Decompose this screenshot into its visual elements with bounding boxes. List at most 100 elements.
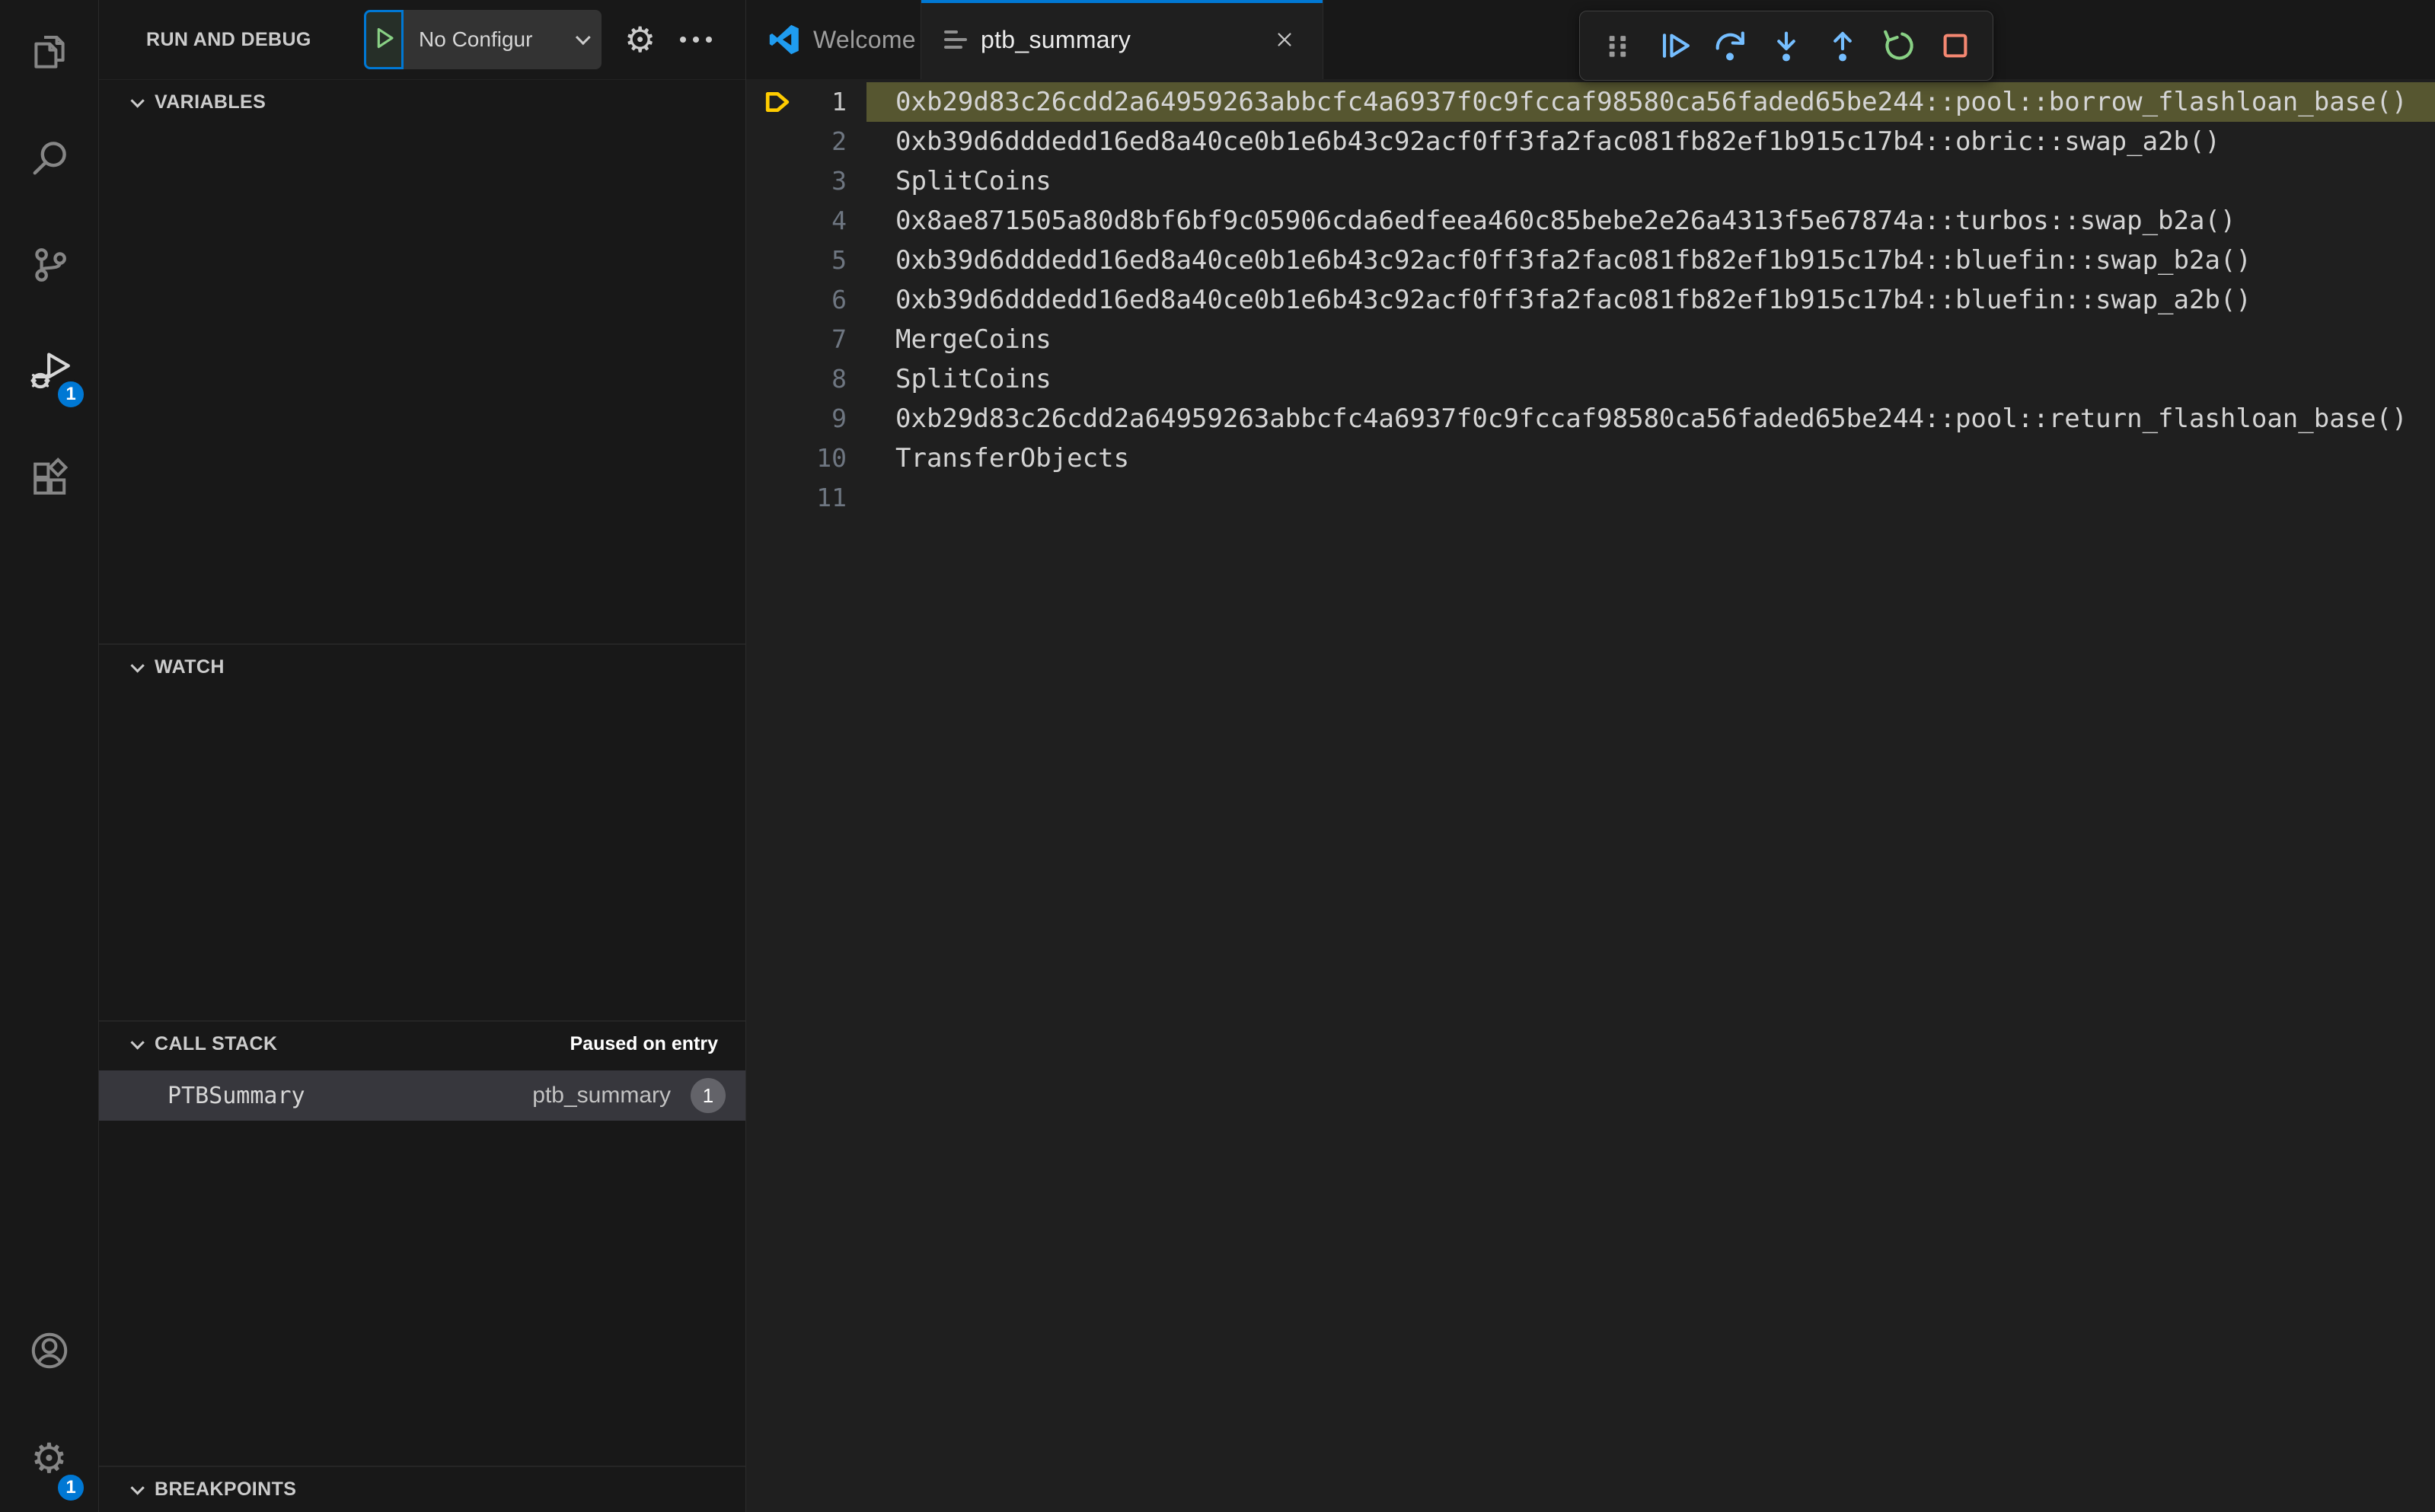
line-text[interactable]: 0xb29d83c26cdd2a64959263abbcfc4a6937f0c9… — [866, 399, 2435, 439]
line-number: 6 — [831, 285, 847, 314]
code-line: 1 0xb29d83c26cdd2a64959263abbcfc4a6937f0… — [746, 82, 2435, 122]
tab-welcome[interactable]: Welcome — [746, 0, 921, 79]
tab-ptb-summary-label: ptb_summary — [981, 25, 1131, 53]
code-editor: 1 0xb29d83c26cdd2a64959263abbcfc4a6937f0… — [746, 79, 2435, 1512]
account-icon — [28, 1329, 71, 1376]
chevron-down-icon — [130, 1035, 145, 1050]
step-over-icon — [1715, 31, 1745, 61]
stop-icon — [1943, 33, 1967, 58]
play-icon — [371, 25, 397, 55]
close-icon — [1278, 33, 1291, 46]
line-number: 10 — [816, 443, 847, 473]
watch-section-header[interactable]: WATCH — [99, 645, 745, 689]
sidebar-title: RUN AND DEBUG — [146, 28, 311, 50]
activity-bar: 1 ⚙ 1 — [0, 0, 99, 1512]
watch-section-label: WATCH — [155, 656, 225, 678]
close-tab-button[interactable] — [1269, 24, 1300, 55]
line-text[interactable]: 0xb39d6dddedd16ed8a40ce0b1e6b43c92acf0ff… — [866, 280, 2435, 320]
line-number: 1 — [831, 87, 847, 116]
line-text[interactable]: TransferObjects — [866, 439, 2435, 478]
sidebar-pane-header: RUN AND DEBUG No Configur ⚙ — [99, 0, 745, 79]
editor-group: Welcome ptb_summary 1 0xb29d83c26cdd2a64… — [746, 0, 2435, 1512]
activity-source-control-button[interactable] — [0, 213, 98, 320]
restart-icon — [1884, 30, 1913, 60]
breakpoints-section-header[interactable]: BREAKPOINTS — [99, 1467, 745, 1511]
debug-settings-gear-button[interactable]: ⚙ — [624, 22, 656, 57]
extensions-icon — [28, 457, 71, 503]
vscode-window: 1 ⚙ 1 RUN AND DEBUG No Configur ⚙ VARIAB… — [0, 0, 2435, 1512]
activity-search-button[interactable] — [0, 107, 98, 213]
start-debugging-button[interactable] — [364, 10, 404, 69]
frame-source-name: ptb_summary — [532, 1083, 671, 1108]
code-line: 8 SplitCoins — [746, 359, 2435, 399]
call-stack-section: CALL STACK Paused on entry PTBSummary pt… — [99, 1020, 745, 1466]
step-out-button[interactable] — [1817, 17, 1868, 75]
breakpoints-section-label: BREAKPOINTS — [155, 1478, 297, 1500]
debug-configuration-dropdown[interactable]: No Configur — [404, 10, 602, 69]
chevron-down-icon — [130, 93, 145, 108]
line-number: 5 — [831, 245, 847, 275]
activity-explorer-button[interactable] — [0, 0, 98, 107]
views-more-actions-button[interactable] — [677, 29, 715, 50]
paused-status-text: Paused on entry — [570, 1032, 719, 1054]
code-line: 3 SplitCoins — [746, 161, 2435, 201]
source-control-icon — [28, 244, 71, 290]
line-number: 9 — [831, 404, 847, 433]
variables-section-header[interactable]: VARIABLES — [99, 80, 745, 124]
restart-button[interactable] — [1874, 17, 1924, 75]
code-line: 7 MergeCoins — [746, 320, 2435, 359]
vscode-logo-icon — [769, 24, 799, 55]
activity-settings-button[interactable]: ⚙ 1 — [0, 1405, 98, 1512]
drag-grip-icon — [1609, 36, 1626, 57]
variables-section: VARIABLES — [99, 79, 745, 643]
line-text[interactable]: 0x8ae871505a80d8bf6bf9c05906cda6edfeea46… — [866, 201, 2435, 241]
line-text[interactable]: SplitCoins — [866, 161, 2435, 201]
continue-icon — [1662, 33, 1690, 58]
debug-count-badge: 1 — [56, 379, 86, 410]
line-number: 11 — [816, 483, 847, 512]
toolbar-drag-handle[interactable] — [1592, 17, 1642, 75]
frame-thread-name: PTBSummary — [168, 1082, 305, 1109]
chevron-down-icon — [575, 30, 591, 46]
line-text[interactable]: 0xb29d83c26cdd2a64959263abbcfc4a6937f0c9… — [866, 82, 2435, 122]
line-number: 3 — [831, 166, 847, 196]
step-into-icon — [1777, 31, 1795, 62]
search-icon — [28, 137, 71, 183]
call-stack-frame-row[interactable]: PTBSummary ptb_summary 1 — [99, 1070, 745, 1121]
continue-button[interactable] — [1648, 17, 1699, 75]
current-stackframe-icon — [746, 82, 807, 122]
step-out-icon — [1833, 31, 1852, 62]
debug-configuration-label: No Configur — [419, 27, 533, 51]
line-number: 8 — [831, 364, 847, 394]
line-text[interactable] — [866, 478, 2435, 518]
frame-count-badge: 1 — [691, 1078, 726, 1113]
debug-config-control: No Configur — [364, 10, 602, 69]
call-stack-section-header[interactable]: CALL STACK Paused on entry — [99, 1022, 745, 1066]
code-line: 5 0xb39d6dddedd16ed8a40ce0b1e6b43c92acf0… — [746, 241, 2435, 280]
line-number: 7 — [831, 324, 847, 354]
code-line: 10 TransferObjects — [746, 439, 2435, 478]
debug-toolbar — [1579, 11, 1993, 81]
line-text[interactable]: 0xb39d6dddedd16ed8a40ce0b1e6b43c92acf0ff… — [866, 241, 2435, 280]
settings-count-badge: 1 — [56, 1472, 86, 1503]
step-into-button[interactable] — [1761, 17, 1811, 75]
settings-gear-icon: ⚙ — [30, 1436, 68, 1482]
stop-button[interactable] — [1930, 17, 1980, 75]
line-text[interactable]: 0xb39d6dddedd16ed8a40ce0b1e6b43c92acf0ff… — [866, 122, 2435, 161]
chevron-down-icon — [130, 1480, 145, 1495]
step-over-button[interactable] — [1705, 17, 1755, 75]
chevron-down-icon — [130, 658, 145, 673]
code-line: 4 0x8ae871505a80d8bf6bf9c05906cda6edfeea… — [746, 201, 2435, 241]
code-line: 6 0xb39d6dddedd16ed8a40ce0b1e6b43c92acf0… — [746, 280, 2435, 320]
code-line: 9 0xb29d83c26cdd2a64959263abbcfc4a6937f0… — [746, 399, 2435, 439]
list-icon — [944, 30, 967, 49]
activity-account-button[interactable] — [0, 1299, 98, 1405]
watch-section: WATCH — [99, 643, 745, 1020]
files-icon — [28, 30, 71, 77]
tab-ptb-summary[interactable]: ptb_summary — [921, 0, 1323, 79]
activity-run-debug-button[interactable]: 1 — [0, 320, 98, 426]
line-text[interactable]: MergeCoins — [866, 320, 2435, 359]
activity-extensions-button[interactable] — [0, 426, 98, 533]
line-text[interactable]: SplitCoins — [866, 359, 2435, 399]
line-number: 4 — [831, 206, 847, 235]
